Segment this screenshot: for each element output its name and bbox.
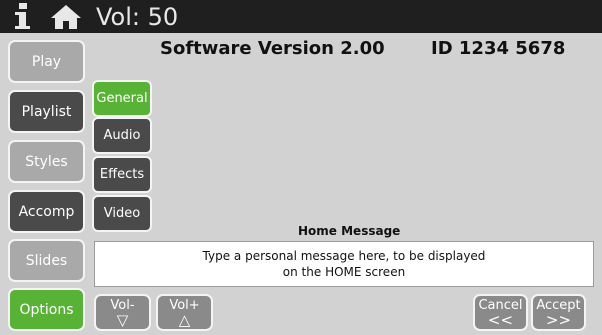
home-message-input[interactable]: Type a personal message here, to be disp… xyxy=(94,241,594,287)
tab-effects[interactable]: Effects xyxy=(92,156,152,193)
top-bar: Vol: 50 xyxy=(0,0,602,33)
double-left-arrow-icon: << xyxy=(487,310,514,329)
home-message-title: Home Message xyxy=(298,224,401,238)
software-version: Software Version 2.00 xyxy=(160,38,385,59)
sidebar-item-slides[interactable]: Slides xyxy=(8,239,85,282)
triangle-down-icon: ▽ xyxy=(116,310,129,329)
home-icon[interactable] xyxy=(50,4,82,30)
triangle-up-icon: △ xyxy=(178,310,191,329)
double-right-arrow-icon: >> xyxy=(545,310,572,329)
accept-button[interactable]: Accept >> xyxy=(531,294,586,331)
volume-readout: Vol: 50 xyxy=(96,3,179,31)
device-id: ID 1234 5678 xyxy=(431,38,566,59)
sidebar-item-options[interactable]: Options xyxy=(8,288,85,331)
sidebar-item-play[interactable]: Play xyxy=(8,40,85,83)
home-message-line-2: on the HOME screen xyxy=(282,265,406,279)
tab-video[interactable]: Video xyxy=(92,195,152,232)
volume-down-button[interactable]: Vol- ▽ xyxy=(94,294,151,331)
sidebar-item-accomp[interactable]: Accomp xyxy=(8,190,85,233)
volume-up-button[interactable]: Vol+ △ xyxy=(156,294,213,331)
tab-audio[interactable]: Audio xyxy=(92,117,152,154)
sidebar-item-playlist[interactable]: Playlist xyxy=(8,90,85,133)
sidebar-item-styles[interactable]: Styles xyxy=(8,140,85,183)
tab-general[interactable]: General xyxy=(92,80,152,117)
info-icon[interactable] xyxy=(10,2,36,30)
home-message-line-1: Type a personal message here, to be disp… xyxy=(202,249,486,263)
cancel-button[interactable]: Cancel << xyxy=(473,294,528,331)
